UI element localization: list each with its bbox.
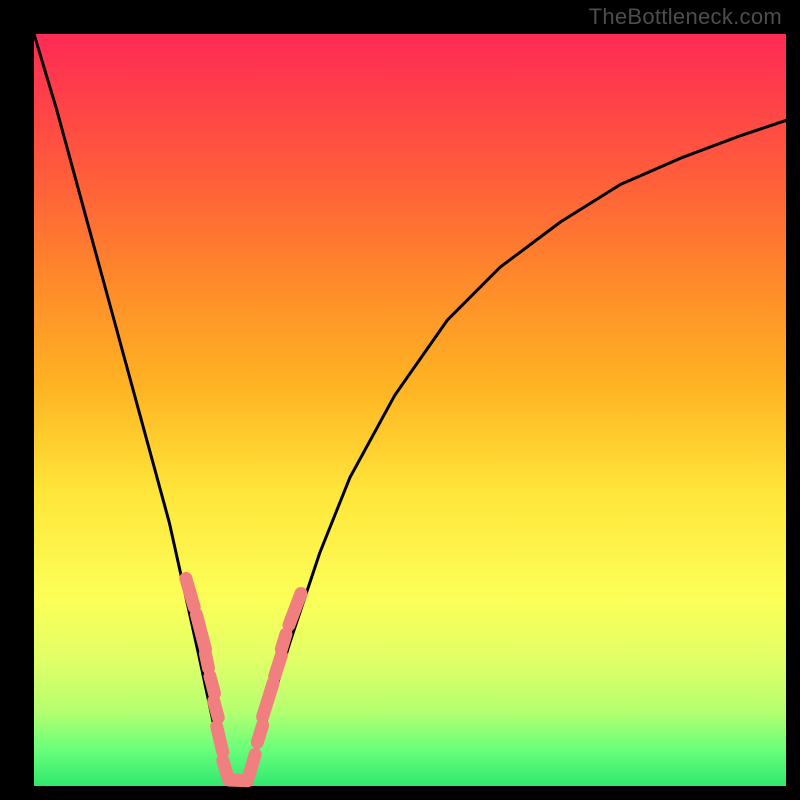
chart-frame: TheBottleneck.com (0, 0, 800, 800)
watermark-text: TheBottleneck.com (589, 4, 782, 30)
chart-plot-area (34, 34, 786, 786)
